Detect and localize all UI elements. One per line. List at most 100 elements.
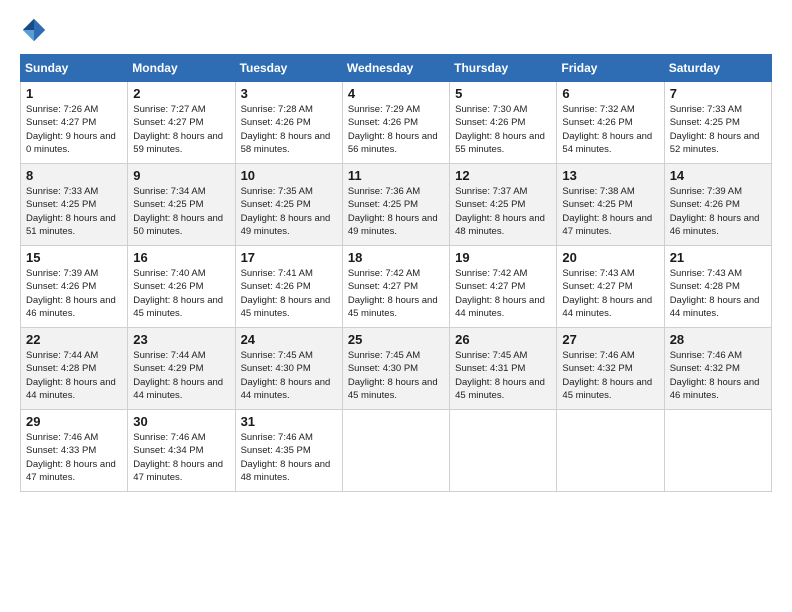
- day-info: Sunrise: 7:29 AMSunset: 4:26 PMDaylight:…: [348, 103, 444, 156]
- calendar-cell: 14 Sunrise: 7:39 AMSunset: 4:26 PMDayligh…: [664, 164, 771, 246]
- calendar-cell: [342, 410, 449, 492]
- day-info: Sunrise: 7:38 AMSunset: 4:25 PMDaylight:…: [562, 185, 658, 238]
- calendar-cell: [450, 410, 557, 492]
- day-info: Sunrise: 7:39 AMSunset: 4:26 PMDaylight:…: [26, 267, 122, 320]
- weekday-header-cell: Sunday: [21, 55, 128, 82]
- day-info: Sunrise: 7:32 AMSunset: 4:26 PMDaylight:…: [562, 103, 658, 156]
- day-info: Sunrise: 7:46 AMSunset: 4:33 PMDaylight:…: [26, 431, 122, 484]
- day-number: 20: [562, 250, 658, 265]
- calendar-cell: 29 Sunrise: 7:46 AMSunset: 4:33 PMDayligh…: [21, 410, 128, 492]
- day-number: 5: [455, 86, 551, 101]
- day-info: Sunrise: 7:42 AMSunset: 4:27 PMDaylight:…: [348, 267, 444, 320]
- day-info: Sunrise: 7:28 AMSunset: 4:26 PMDaylight:…: [241, 103, 337, 156]
- day-info: Sunrise: 7:42 AMSunset: 4:27 PMDaylight:…: [455, 267, 551, 320]
- day-info: Sunrise: 7:39 AMSunset: 4:26 PMDaylight:…: [670, 185, 766, 238]
- day-number: 9: [133, 168, 229, 183]
- day-number: 7: [670, 86, 766, 101]
- calendar-cell: 28Sunrise: 7:46 AMSunset: 4:32 PMDayligh…: [664, 328, 771, 410]
- day-number: 21: [670, 250, 766, 265]
- day-info: Sunrise: 7:27 AMSunset: 4:27 PMDaylight:…: [133, 103, 229, 156]
- day-info: Sunrise: 7:46 AMSunset: 4:35 PMDaylight:…: [241, 431, 337, 484]
- day-info: Sunrise: 7:46 AMSunset: 4:32 PMDaylight:…: [562, 349, 658, 402]
- calendar-cell: 21 Sunrise: 7:43 AMSunset: 4:28 PMDayligh…: [664, 246, 771, 328]
- calendar-cell: 7Sunrise: 7:33 AMSunset: 4:25 PMDaylight…: [664, 82, 771, 164]
- day-number: 3: [241, 86, 337, 101]
- calendar-cell: 1Sunrise: 7:26 AMSunset: 4:27 PMDaylight…: [21, 82, 128, 164]
- weekday-header-cell: Wednesday: [342, 55, 449, 82]
- day-info: Sunrise: 7:34 AMSunset: 4:25 PMDaylight:…: [133, 185, 229, 238]
- day-number: 16: [133, 250, 229, 265]
- day-number: 6: [562, 86, 658, 101]
- calendar-body: 1Sunrise: 7:26 AMSunset: 4:27 PMDaylight…: [21, 82, 772, 492]
- logo: [20, 16, 52, 44]
- day-info: Sunrise: 7:44 AMSunset: 4:28 PMDaylight:…: [26, 349, 122, 402]
- calendar-cell: 22 Sunrise: 7:44 AMSunset: 4:28 PMDayligh…: [21, 328, 128, 410]
- day-info: Sunrise: 7:43 AMSunset: 4:27 PMDaylight:…: [562, 267, 658, 320]
- calendar-week-row: 15Sunrise: 7:39 AMSunset: 4:26 PMDayligh…: [21, 246, 772, 328]
- calendar-cell: 19 Sunrise: 7:42 AMSunset: 4:27 PMDayligh…: [450, 246, 557, 328]
- day-number: 10: [241, 168, 337, 183]
- day-info: Sunrise: 7:41 AMSunset: 4:26 PMDaylight:…: [241, 267, 337, 320]
- calendar-cell: 24 Sunrise: 7:45 AMSunset: 4:30 PMDayligh…: [235, 328, 342, 410]
- day-info: Sunrise: 7:37 AMSunset: 4:25 PMDaylight:…: [455, 185, 551, 238]
- day-info: Sunrise: 7:35 AMSunset: 4:25 PMDaylight:…: [241, 185, 337, 238]
- day-info: Sunrise: 7:46 AMSunset: 4:34 PMDaylight:…: [133, 431, 229, 484]
- day-number: 24: [241, 332, 337, 347]
- calendar-week-row: 29 Sunrise: 7:46 AMSunset: 4:33 PMDayligh…: [21, 410, 772, 492]
- weekday-header-cell: Tuesday: [235, 55, 342, 82]
- calendar-cell: 3 Sunrise: 7:28 AMSunset: 4:26 PMDaylight…: [235, 82, 342, 164]
- calendar-cell: 27 Sunrise: 7:46 AMSunset: 4:32 PMDayligh…: [557, 328, 664, 410]
- calendar-cell: 4 Sunrise: 7:29 AMSunset: 4:26 PMDaylight…: [342, 82, 449, 164]
- day-number: 11: [348, 168, 444, 183]
- calendar-week-row: 8 Sunrise: 7:33 AMSunset: 4:25 PMDaylight…: [21, 164, 772, 246]
- day-number: 22: [26, 332, 122, 347]
- day-number: 14: [670, 168, 766, 183]
- calendar-cell: 25 Sunrise: 7:45 AMSunset: 4:30 PMDayligh…: [342, 328, 449, 410]
- day-number: 25: [348, 332, 444, 347]
- header: [20, 16, 772, 44]
- day-number: 31: [241, 414, 337, 429]
- day-number: 26: [455, 332, 551, 347]
- weekday-header-cell: Thursday: [450, 55, 557, 82]
- day-number: 19: [455, 250, 551, 265]
- calendar-cell: 2 Sunrise: 7:27 AMSunset: 4:27 PMDaylight…: [128, 82, 235, 164]
- day-number: 17: [241, 250, 337, 265]
- calendar-table: SundayMondayTuesdayWednesdayThursdayFrid…: [20, 54, 772, 492]
- calendar-week-row: 1Sunrise: 7:26 AMSunset: 4:27 PMDaylight…: [21, 82, 772, 164]
- day-number: 2: [133, 86, 229, 101]
- day-number: 4: [348, 86, 444, 101]
- calendar-week-row: 22 Sunrise: 7:44 AMSunset: 4:28 PMDayligh…: [21, 328, 772, 410]
- day-info: Sunrise: 7:45 AMSunset: 4:30 PMDaylight:…: [241, 349, 337, 402]
- calendar-cell: 11 Sunrise: 7:36 AMSunset: 4:25 PMDayligh…: [342, 164, 449, 246]
- calendar-cell: 16 Sunrise: 7:40 AMSunset: 4:26 PMDayligh…: [128, 246, 235, 328]
- page: SundayMondayTuesdayWednesdayThursdayFrid…: [0, 0, 792, 612]
- calendar-cell: 18 Sunrise: 7:42 AMSunset: 4:27 PMDayligh…: [342, 246, 449, 328]
- calendar-cell: 17 Sunrise: 7:41 AMSunset: 4:26 PMDayligh…: [235, 246, 342, 328]
- day-number: 1: [26, 86, 122, 101]
- calendar-cell: 8 Sunrise: 7:33 AMSunset: 4:25 PMDaylight…: [21, 164, 128, 246]
- day-info: Sunrise: 7:40 AMSunset: 4:26 PMDaylight:…: [133, 267, 229, 320]
- weekday-header-cell: Monday: [128, 55, 235, 82]
- day-number: 13: [562, 168, 658, 183]
- day-number: 27: [562, 332, 658, 347]
- day-info: Sunrise: 7:30 AMSunset: 4:26 PMDaylight:…: [455, 103, 551, 156]
- calendar-cell: [664, 410, 771, 492]
- calendar-cell: 26Sunrise: 7:45 AMSunset: 4:31 PMDayligh…: [450, 328, 557, 410]
- day-number: 30: [133, 414, 229, 429]
- calendar-cell: 6 Sunrise: 7:32 AMSunset: 4:26 PMDaylight…: [557, 82, 664, 164]
- day-info: Sunrise: 7:33 AMSunset: 4:25 PMDaylight:…: [26, 185, 122, 238]
- calendar-cell: 31 Sunrise: 7:46 AMSunset: 4:35 PMDayligh…: [235, 410, 342, 492]
- day-number: 8: [26, 168, 122, 183]
- calendar-cell: 13 Sunrise: 7:38 AMSunset: 4:25 PMDayligh…: [557, 164, 664, 246]
- day-number: 12: [455, 168, 551, 183]
- day-info: Sunrise: 7:45 AMSunset: 4:30 PMDaylight:…: [348, 349, 444, 402]
- day-info: Sunrise: 7:43 AMSunset: 4:28 PMDaylight:…: [670, 267, 766, 320]
- day-info: Sunrise: 7:36 AMSunset: 4:25 PMDaylight:…: [348, 185, 444, 238]
- calendar-cell: 15Sunrise: 7:39 AMSunset: 4:26 PMDayligh…: [21, 246, 128, 328]
- day-number: 18: [348, 250, 444, 265]
- weekday-header-row: SundayMondayTuesdayWednesdayThursdayFrid…: [21, 55, 772, 82]
- calendar-cell: 10 Sunrise: 7:35 AMSunset: 4:25 PMDayligh…: [235, 164, 342, 246]
- weekday-header-cell: Friday: [557, 55, 664, 82]
- day-number: 29: [26, 414, 122, 429]
- day-number: 28: [670, 332, 766, 347]
